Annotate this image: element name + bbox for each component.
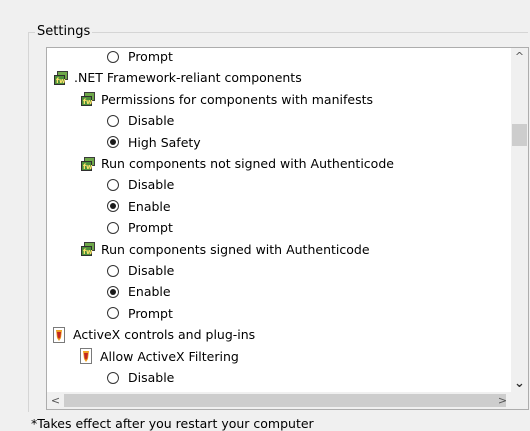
radio-option[interactable]: Disable (107, 174, 174, 195)
scroll-right-button[interactable]: > (494, 392, 511, 409)
tree-item-label: Permissions for components with manifest… (101, 91, 374, 107)
settings-group-border (28, 32, 528, 33)
tree-item-label: Disable (128, 113, 175, 129)
horizontal-scroll-thumb[interactable] (64, 394, 506, 407)
net-framework-icon: fw (53, 70, 70, 86)
radio-option[interactable]: Enable (107, 196, 171, 217)
tree-item-label: Disable (128, 370, 175, 385)
svg-text:fw: fw (83, 248, 93, 256)
radio-option[interactable]: Prompt (107, 217, 173, 238)
activex-icon (53, 326, 65, 343)
radio-option[interactable]: Disable (107, 367, 174, 388)
svg-text:fw: fw (56, 77, 66, 85)
radio-option[interactable]: Prompt (107, 48, 173, 67)
radio-selected-icon[interactable] (107, 136, 119, 149)
radio-unselected-icon[interactable] (107, 178, 119, 191)
net-framework-icon: fw (80, 91, 97, 107)
radio-option[interactable]: Disable (107, 110, 174, 131)
tree-item-label: Enable (128, 284, 171, 300)
scrollbar-corner (511, 392, 528, 409)
tree-item-label: Prompt (128, 305, 173, 321)
radio-unselected-icon[interactable] (107, 221, 119, 234)
chevron-down-icon: ⌄ (514, 376, 525, 391)
tree-setting: Allow ActiveX Filtering (80, 346, 239, 367)
tree-item-label: High Safety (128, 134, 201, 150)
tree-item-label: Disable (128, 263, 175, 278)
radio-unselected-icon[interactable] (107, 371, 119, 384)
tree-item-label: ActiveX controls and plug-ins (73, 327, 256, 343)
tree-item-label: Prompt (128, 49, 173, 64)
radio-option[interactable]: Enable (107, 281, 171, 302)
scroll-up-button[interactable]: ^ (511, 48, 528, 65)
settings-group-label: Settings (35, 24, 93, 39)
chevron-right-icon: > (497, 394, 508, 407)
tree-item-label: Run components not signed with Authentic… (101, 156, 394, 171)
radio-option[interactable]: High Safety (107, 132, 201, 153)
tree-item-label: Allow ActiveX Filtering (100, 348, 239, 364)
radio-option[interactable]: Prompt (107, 303, 173, 324)
restart-note: *Takes effect after you restart your com… (31, 416, 314, 431)
settings-tree-content: Prompt fw .NET Framework-reliant component… (47, 48, 511, 392)
tree-item-label: .NET Framework-reliant components (74, 70, 302, 86)
settings-group-border-left (28, 32, 29, 412)
tree-item-label: Prompt (128, 220, 173, 236)
tree-setting: fw Permissions for components with manife… (80, 89, 373, 110)
chevron-left-icon: < (50, 394, 61, 407)
tree-category: fw .NET Framework-reliant components (53, 67, 302, 88)
svg-text:fw: fw (83, 163, 93, 171)
chevron-up-icon: ^ (514, 50, 525, 63)
tree-setting: fw Run components not signed with Authent… (80, 153, 394, 174)
radio-unselected-icon[interactable] (107, 50, 119, 63)
scroll-left-button[interactable]: < (47, 392, 64, 409)
tree-item-label: Run components signed with Authenticode (101, 241, 370, 257)
scroll-down-button[interactable]: ⌄ (511, 375, 528, 392)
net-framework-icon: fw (80, 241, 97, 257)
radio-option[interactable]: Disable (107, 260, 174, 281)
svg-text:fw: fw (83, 98, 93, 106)
activex-icon (80, 348, 92, 365)
radio-unselected-icon[interactable] (107, 264, 119, 277)
settings-tree-list[interactable]: Prompt fw .NET Framework-reliant component… (46, 47, 529, 410)
vertical-scrollbar[interactable]: ^ ⌄ (511, 48, 528, 392)
radio-selected-icon[interactable] (107, 200, 119, 213)
radio-selected-icon[interactable] (107, 285, 119, 298)
tree-category: ActiveX controls and plug-ins (53, 324, 255, 345)
net-framework-icon: fw (80, 156, 97, 172)
radio-unselected-icon[interactable] (107, 114, 119, 127)
tree-item-label: Disable (128, 177, 175, 193)
radio-unselected-icon[interactable] (107, 307, 119, 320)
tree-setting: fw Run components signed with Authenticod… (80, 239, 370, 260)
tree-item-label: Enable (128, 198, 171, 214)
horizontal-scrollbar[interactable]: < > (47, 392, 511, 409)
vertical-scroll-thumb[interactable] (512, 124, 527, 146)
